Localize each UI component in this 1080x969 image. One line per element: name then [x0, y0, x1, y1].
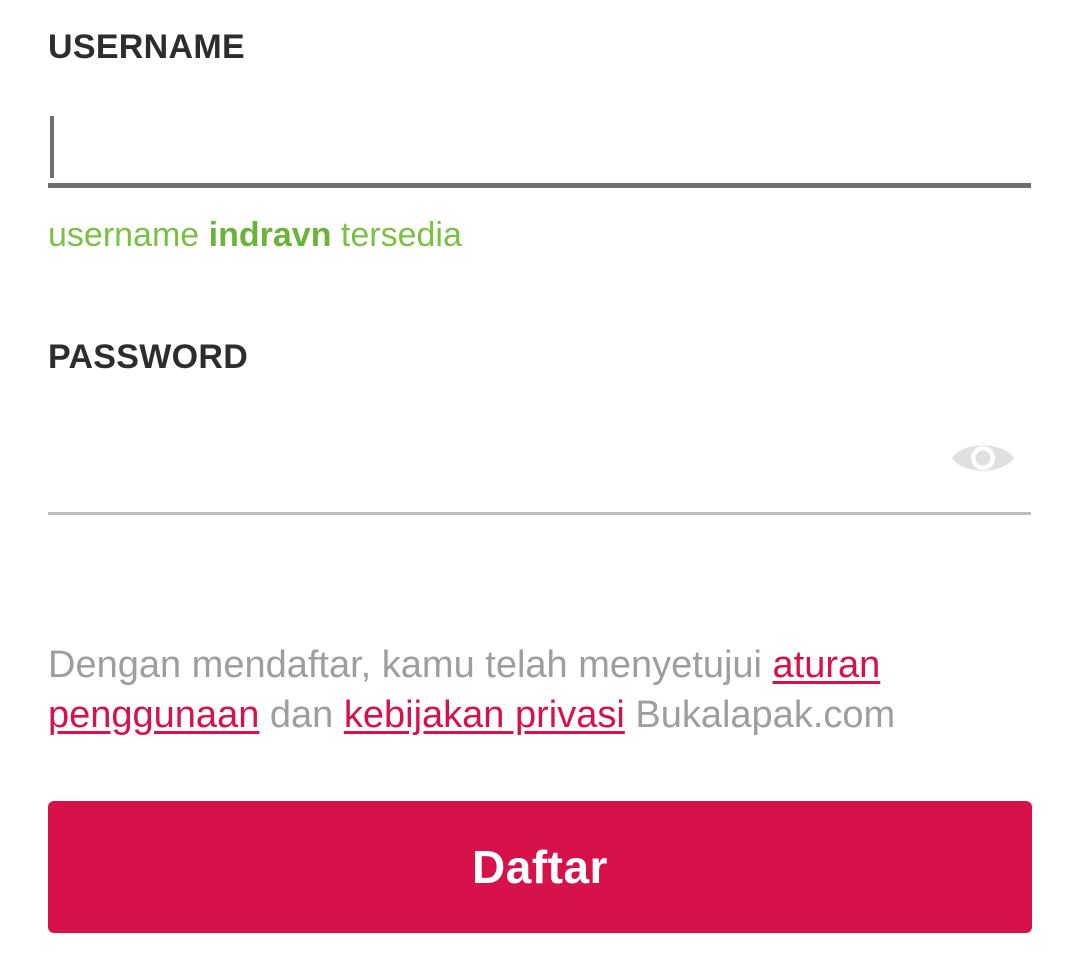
- terms-text-middle: dan: [269, 694, 334, 736]
- register-button[interactable]: Daftar: [48, 801, 1032, 933]
- password-input[interactable]: [60, 420, 920, 512]
- text-caret: [50, 116, 54, 178]
- terms-text: Dengan mendaftar, kamu telah menyetujui …: [48, 640, 1028, 740]
- username-label: USERNAME: [48, 28, 245, 66]
- username-availability-hint: username indravn tersedia: [48, 216, 462, 255]
- privacy-policy-link[interactable]: kebijakan privasi: [344, 694, 625, 736]
- username-input[interactable]: [60, 110, 920, 183]
- hint-prefix: username: [48, 216, 200, 254]
- eye-icon: [952, 445, 1014, 471]
- terms-text-before: Dengan mendaftar, kamu telah menyetujui: [48, 644, 762, 686]
- username-field[interactable]: [48, 110, 1031, 188]
- toggle-password-visibility-button[interactable]: [949, 434, 1017, 482]
- terms-text-after: Bukalapak.com: [635, 694, 896, 736]
- hint-username: indravn: [208, 216, 332, 254]
- password-field[interactable]: [48, 420, 1031, 515]
- password-label: PASSWORD: [48, 338, 249, 376]
- hint-suffix: tersedia: [340, 216, 462, 254]
